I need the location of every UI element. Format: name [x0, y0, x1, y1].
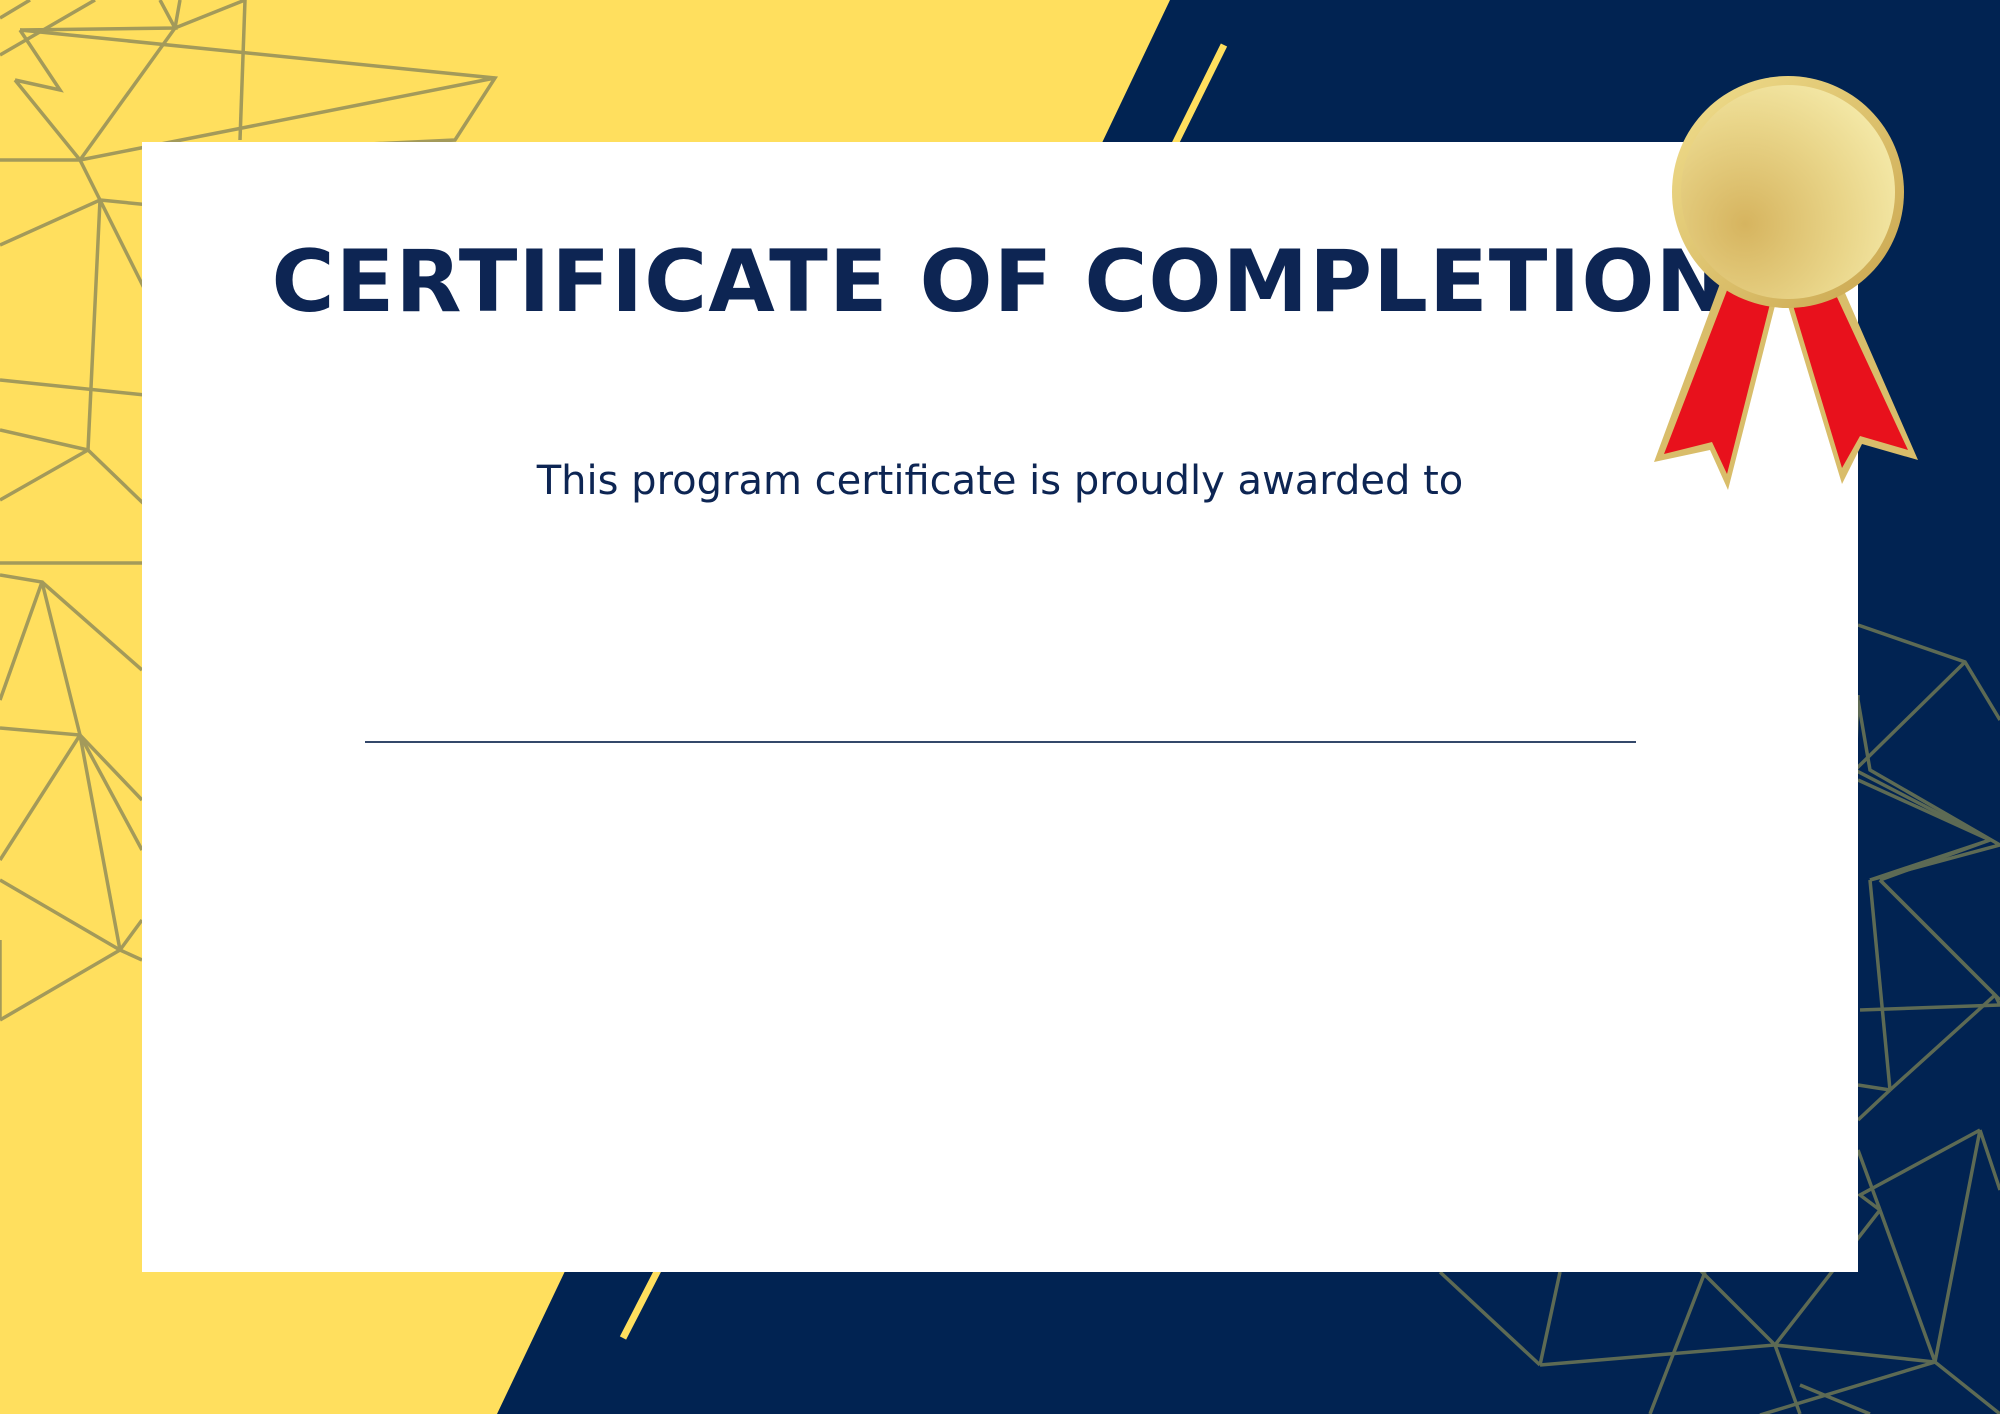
medal-face — [1681, 85, 1895, 299]
recipient-name-line — [365, 741, 1636, 743]
award-ribbon-medal-icon — [1654, 76, 1918, 490]
certificate-page: CERTIFICATE OF COMPLETION This program c… — [0, 0, 2000, 1414]
